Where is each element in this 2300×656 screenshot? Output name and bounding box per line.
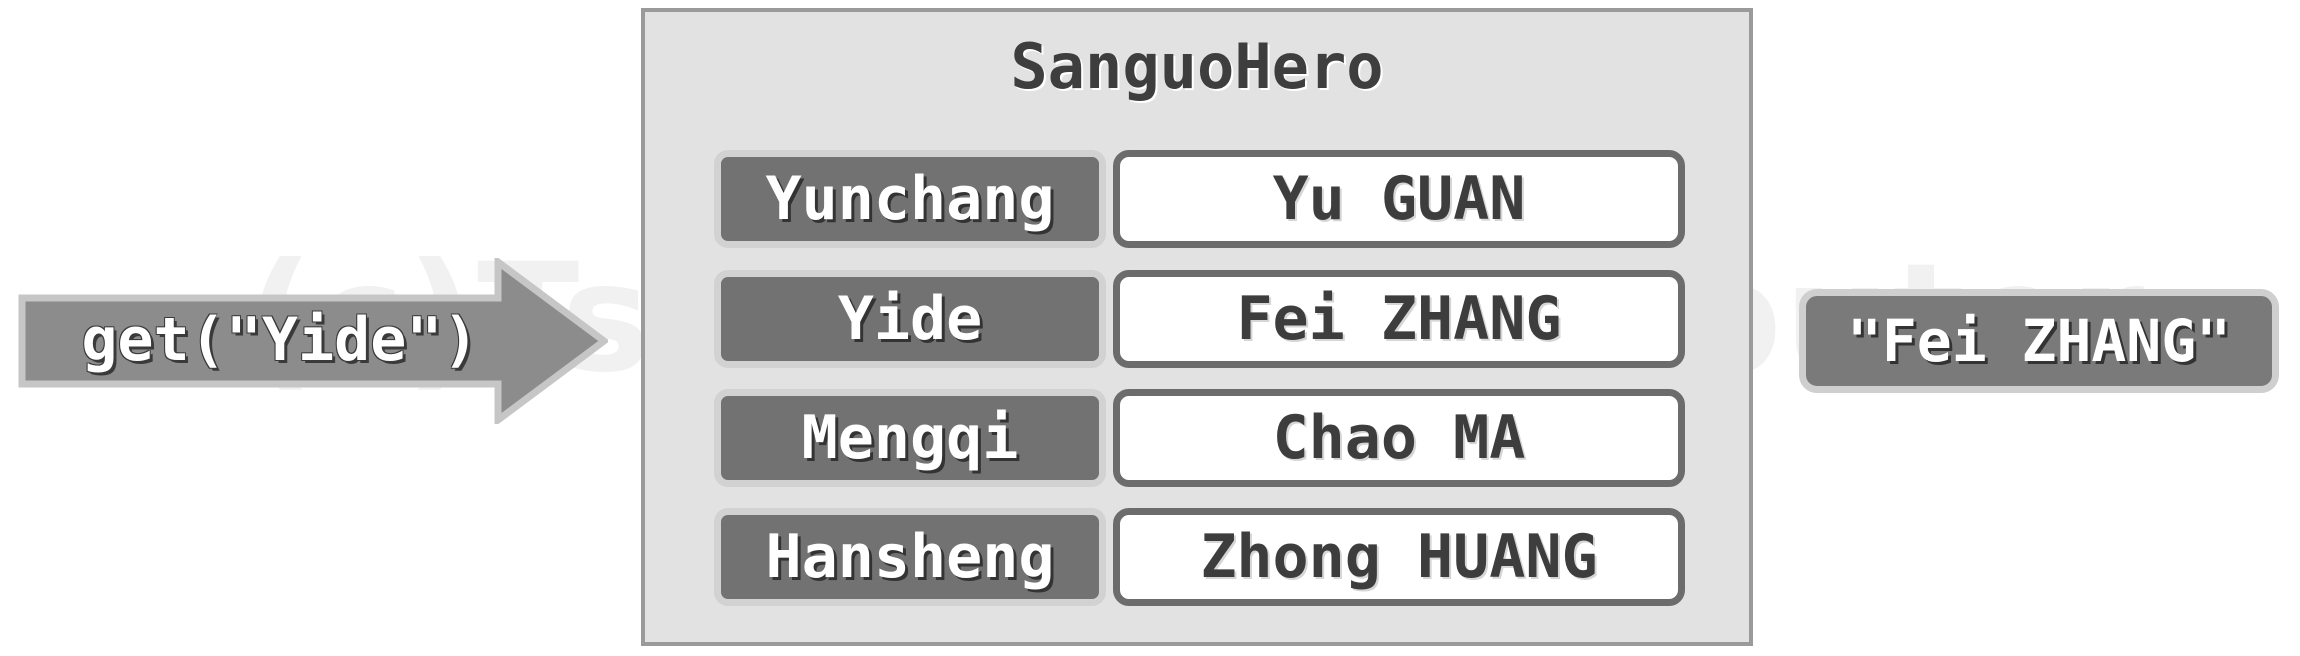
value-cell: Yu GUAN [1113,150,1685,248]
value-cell: Zhong HUANG [1113,508,1685,606]
map-container: SanguoHero Yunchang Yu GUAN Yide Fei ZHA… [641,8,1753,646]
result-value: "Fei ZHANG" [1799,289,2279,393]
get-call-label: get("Yide") [81,305,479,375]
value-cell: Fei ZHANG [1113,270,1685,368]
key-cell: Yide [714,270,1106,368]
value-cell: Chao MA [1113,389,1685,487]
key-cell: Mengqi [714,389,1106,487]
key-cell: Hansheng [714,508,1106,606]
key-cell: Yunchang [714,150,1106,248]
map-title: SanguoHero [1010,30,1384,103]
